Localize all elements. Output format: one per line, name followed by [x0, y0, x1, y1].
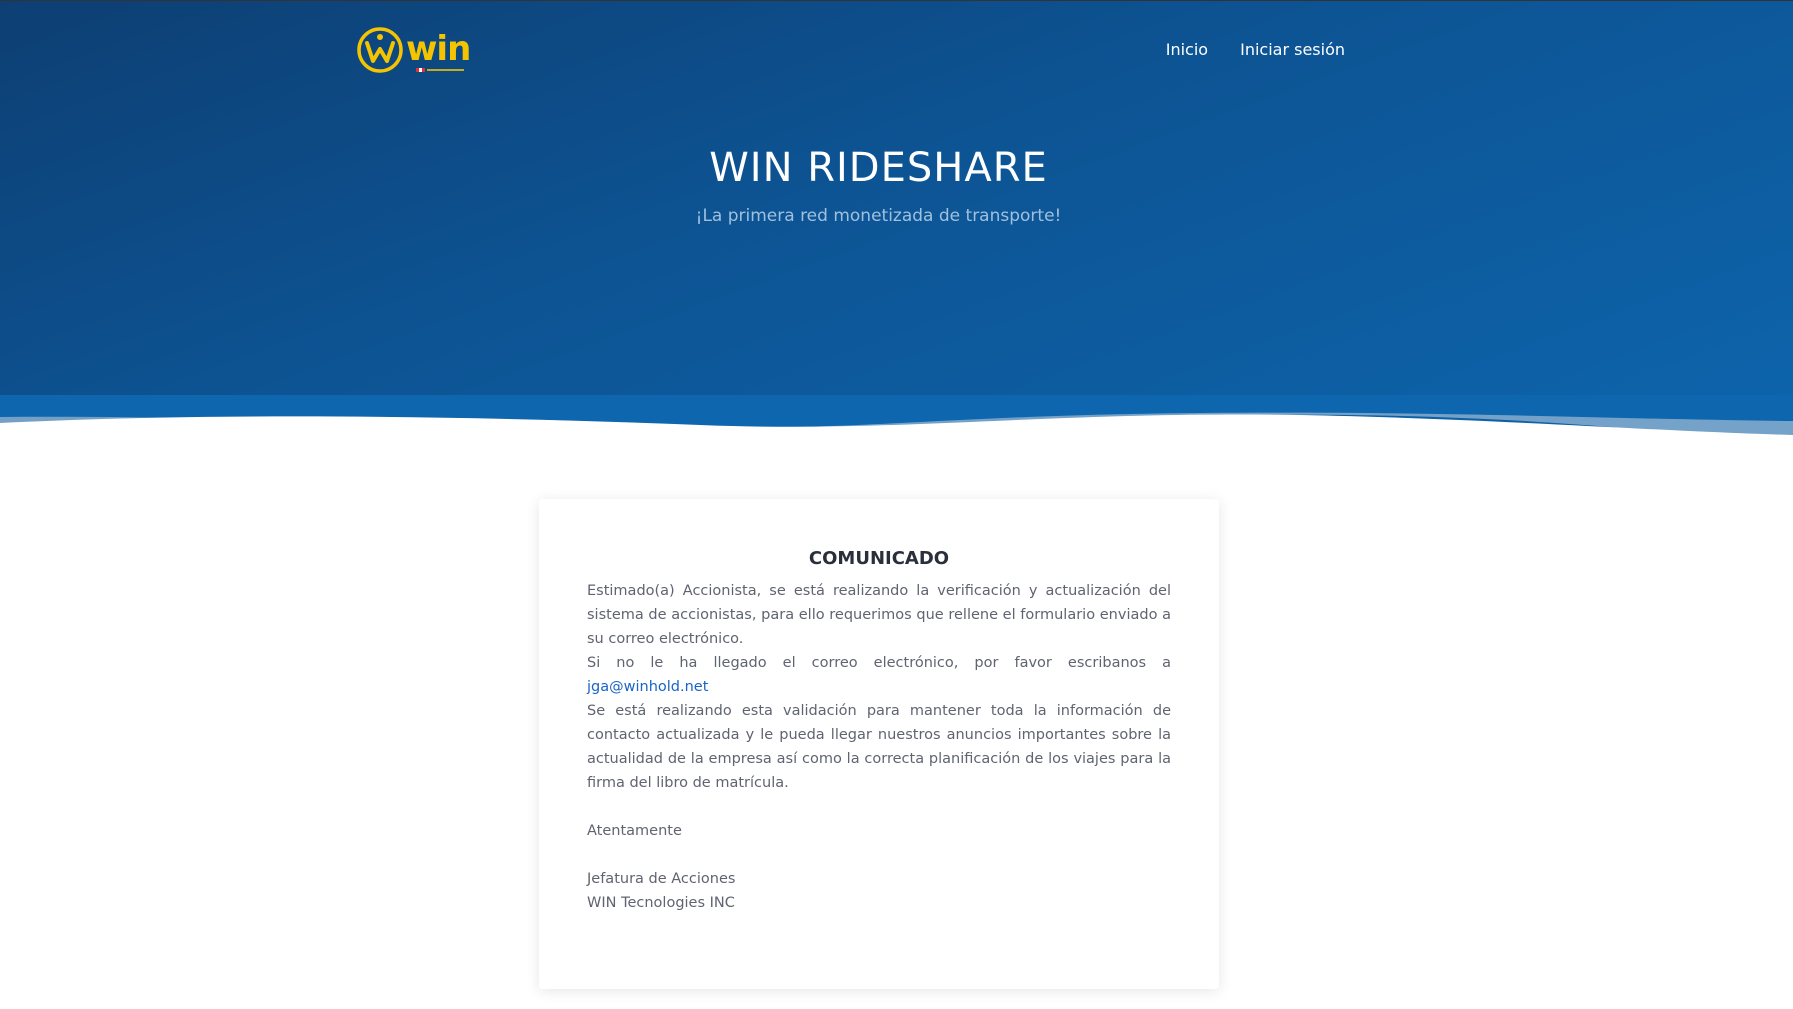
- logo-tagline-mark: [416, 68, 464, 72]
- signature-line-1: Jefatura de Acciones: [587, 871, 736, 887]
- notice-paragraph-2-text: Si no le ha llegado el correo electrónic…: [587, 655, 1171, 671]
- notice-body: Estimado(a) Accionista, se está realizan…: [587, 579, 1171, 915]
- hero-subtitle: ¡La primera red monetizada de transporte…: [695, 206, 1062, 226]
- page: win Inicio Iniciar sesión WIN RIDESHARE …: [0, 0, 1793, 1009]
- notice-paragraph-3: Se está realizando esta validación para …: [587, 703, 1171, 791]
- wave-divider: [0, 395, 1793, 455]
- notice-title: COMUNICADO: [808, 548, 950, 569]
- notice-closing: Atentamente: [587, 823, 682, 839]
- email-link[interactable]: jga@winhold.net: [587, 679, 708, 695]
- main-nav: Inicio Iniciar sesión: [1166, 39, 1345, 61]
- logo-wordmark: win: [406, 29, 471, 69]
- win-logo[interactable]: win: [356, 25, 471, 77]
- signature-line-2: WIN Tecnologies INC: [587, 895, 735, 911]
- nav-link-inicio[interactable]: Inicio: [1166, 39, 1208, 61]
- nav-link-login[interactable]: Iniciar sesión: [1240, 39, 1345, 61]
- win-logo-icon: [357, 27, 403, 73]
- notice-paragraph-2: Si no le ha llegado el correo electrónic…: [587, 651, 1171, 699]
- notice-paragraph-1: Estimado(a) Accionista, se está realizan…: [587, 583, 1171, 647]
- notice-card: COMUNICADO Estimado(a) Accionista, se es…: [539, 499, 1219, 989]
- hero-title: WIN RIDESHARE: [709, 145, 1048, 191]
- hero-banner: win Inicio Iniciar sesión WIN RIDESHARE …: [0, 0, 1793, 450]
